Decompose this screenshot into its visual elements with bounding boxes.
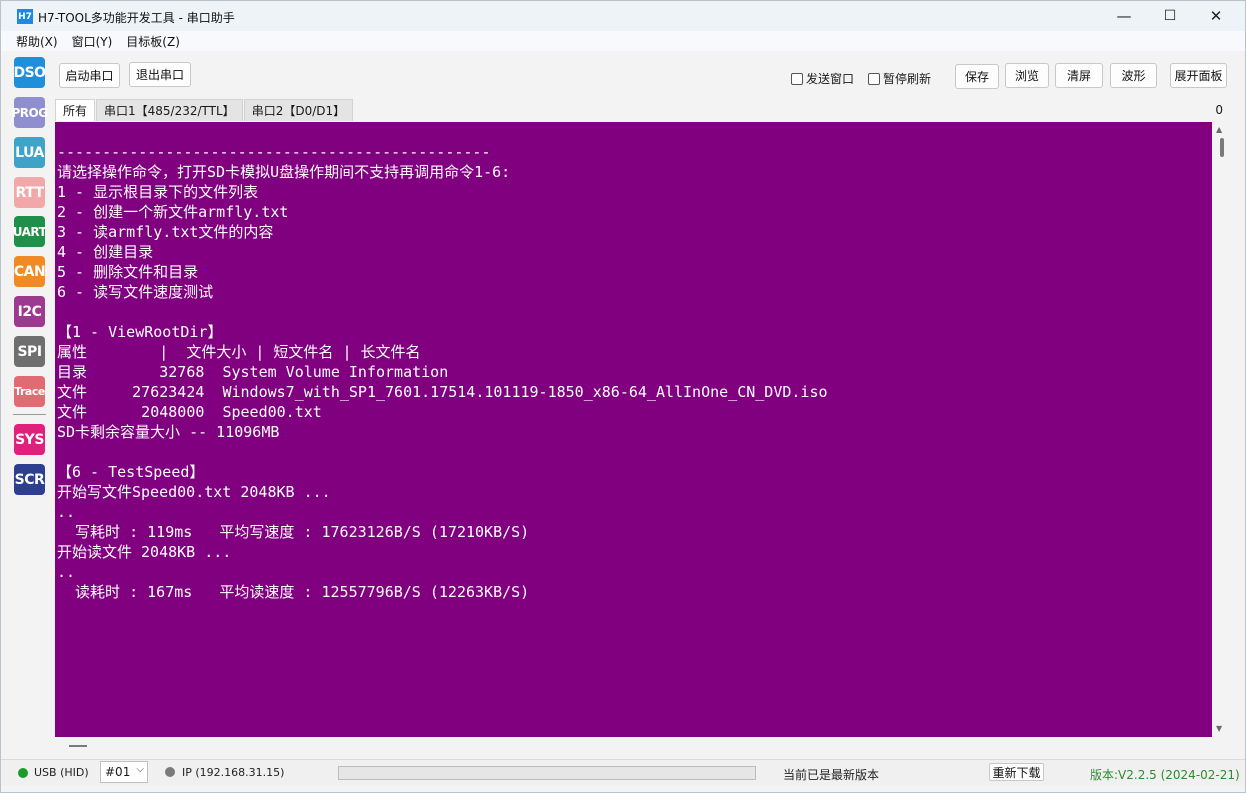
pause-refresh-checkbox[interactable]: 暂停刷新 [868,70,931,87]
maximize-button[interactable]: ☐ [1147,1,1193,31]
console-line: SD卡剩余容量大小 -- 11096MB [57,423,280,441]
console-line: ----------------------------------------… [57,143,491,161]
scroll-up-icon[interactable]: ▲ [1216,125,1222,134]
sys-button[interactable]: SYS [14,424,45,455]
console-line: 请选择操作命令，打开SD卡模拟U盘操作期间不支持再调用命令1-6: [57,163,511,181]
update-status-label: 当前已是最新版本 [783,768,880,782]
browse-button[interactable]: 浏览 [1005,63,1049,88]
console-line: 5 - 删除文件和目录 [57,263,199,281]
console-line: .. [57,503,76,521]
console-line: 读耗时 : 167ms 平均读速度 : 12557796B/S (12263KB… [57,583,530,601]
serial-console-output[interactable]: ----------------------------------------… [55,122,1212,737]
console-line: 目录 32768 System Volume Information [57,363,449,381]
pause-refresh-label: 暂停刷新 [883,72,932,86]
port-tabs: 所有 串口1【485/232/TTL】 串口2【D0/D1】 [55,99,354,121]
tab-all[interactable]: 所有 [55,99,96,121]
console-line: 文件 27623424 Windows7_with_SP1_7601.17514… [57,383,828,401]
checkbox-box[interactable] [868,72,880,85]
menu-window[interactable]: 窗口(Y) [65,33,120,50]
window-title: H7-TOOL多功能开发工具 - 串口助手 [38,11,235,25]
redownload-button[interactable]: 重新下载 [989,763,1044,781]
can-button[interactable]: CAN [14,256,46,287]
console-line: 3 - 读armfly.txt文件的内容 [57,223,274,241]
clear-screen-button[interactable]: 清屏 [1055,63,1103,88]
spi-button[interactable]: SPI [14,336,45,367]
i2c-button[interactable]: I2C [14,296,45,327]
chevron-down-icon[interactable]: ⌵ [136,764,144,775]
menu-bar: 帮助(X) 窗口(Y) 目标板(Z) [1,31,1245,51]
rtt-button[interactable]: RTT [14,177,45,208]
send-window-checkbox[interactable]: 发送窗口 [791,70,854,87]
ip-status-label: IP (192.168.31.15) [182,766,285,779]
device-select[interactable]: #01 ⌵ [100,761,148,783]
scroll-down-icon[interactable]: ▼ [1216,724,1222,733]
scr-button[interactable]: SCR [14,464,45,495]
start-port-button[interactable]: 启动串口 [59,63,120,88]
console-line: 【6 - TestSpeed】 [57,463,205,481]
receive-counter: 0 [1215,103,1223,117]
menu-target-board[interactable]: 目标板(Z) [119,33,187,50]
horizontal-scrollbar[interactable] [55,737,1212,751]
lua-button[interactable]: LUA [14,137,45,168]
app-window: H7 H7-TOOL多功能开发工具 - 串口助手 — ☐ ✕ 帮助(X) 窗口(… [0,0,1246,793]
device-select-value: #01 [105,765,131,779]
trace-button[interactable]: Trace [14,376,45,407]
save-button[interactable]: 保存 [955,64,999,89]
uart-button[interactable]: UART [13,216,47,247]
scrollbar-thumb[interactable] [1220,138,1224,157]
console-line: .. [57,563,76,581]
dso-button[interactable]: DSO [13,57,46,88]
menu-help[interactable]: 帮助(X) [1,33,65,50]
console-line: 6 - 读写文件速度测试 [57,283,214,301]
console-line: 文件 2048000 Speed00.txt [57,403,322,421]
version-label: 版本:V2.2.5 (2024-02-21) [1090,768,1240,782]
console-line: 【1 - ViewRootDir】 [57,323,223,341]
tab-serial1[interactable]: 串口1【485/232/TTL】 [96,99,243,121]
minimize-button[interactable]: — [1101,1,1147,31]
expand-panel-button[interactable]: 展开面板 [1170,63,1227,88]
prog-button[interactable]: PROG [11,97,48,128]
console-line: 开始写文件Speed00.txt 2048KB ... [57,483,331,501]
tab-serial2[interactable]: 串口2【D0/D1】 [243,99,354,121]
close-button[interactable]: ✕ [1193,1,1239,31]
checkbox-box[interactable] [791,72,803,85]
app-logo-icon: H7 [17,9,33,24]
function-sidebar: DSO PROG LUA RTT UART CAN I2C SPI Trace … [9,54,51,754]
title-bar: H7 H7-TOOL多功能开发工具 - 串口助手 — ☐ ✕ [1,1,1245,31]
exit-port-button[interactable]: 退出串口 [129,62,191,87]
console-line: 4 - 创建目录 [57,243,154,261]
usb-status-label: USB (HID) [34,766,89,779]
console-line: 2 - 创建一个新文件armfly.txt [57,203,289,221]
console-line: 写耗时 : 119ms 平均写速度 : 17623126B/S (17210KB… [57,523,530,541]
sidebar-divider [13,414,46,415]
ip-status-icon [165,767,175,777]
console-line: 开始读文件 2048KB ... [57,543,232,561]
download-progress-bar [338,766,756,780]
console-line: 属性 | 文件大小 | 短文件名 | 长文件名 [57,343,421,361]
scrollbar-thumb[interactable] [69,745,87,747]
send-window-label: 发送窗口 [806,72,855,86]
console-line: 1 - 显示根目录下的文件列表 [57,183,259,201]
waveform-button[interactable]: 波形 [1110,63,1157,88]
usb-status-icon [18,768,28,778]
vertical-scrollbar[interactable]: ▲ ▼ [1212,122,1229,737]
